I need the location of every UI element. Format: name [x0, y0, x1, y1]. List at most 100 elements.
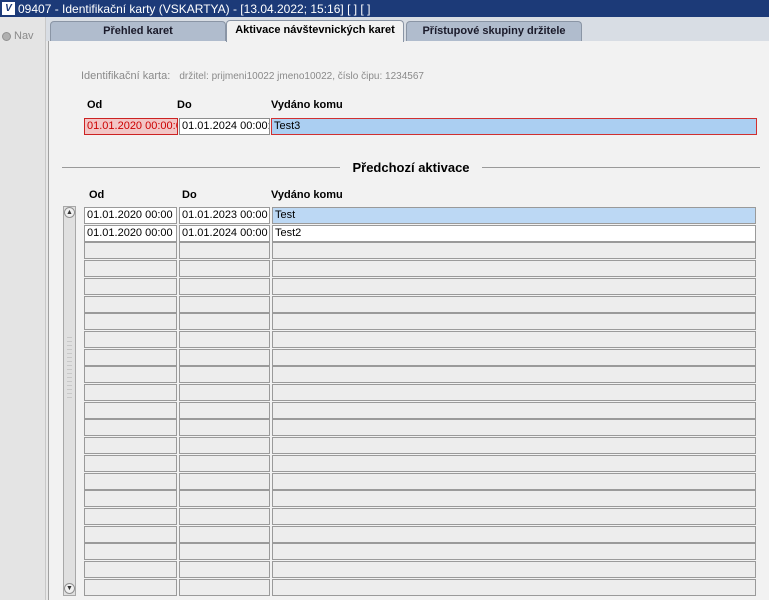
scroll-grip	[67, 365, 72, 366]
table-cell-vydano[interactable]	[272, 508, 756, 525]
table-cell-od[interactable]	[84, 490, 177, 507]
table-cell-od[interactable]	[84, 278, 177, 295]
nav-button[interactable]: Nav	[2, 30, 34, 42]
table-cell-od[interactable]	[84, 437, 177, 454]
scroll-grip	[67, 353, 72, 354]
table-cell-do[interactable]	[179, 313, 270, 330]
table-cell-od[interactable]	[84, 296, 177, 313]
tab-label: Aktivace návštevnických karet	[235, 24, 395, 36]
scroll-grip	[67, 341, 72, 342]
od-input[interactable]: 01.01.2020 00:00:00	[84, 118, 178, 135]
do-input[interactable]: 01.01.2024 00:00:00	[179, 118, 270, 135]
table-cell-od[interactable]	[84, 242, 177, 259]
table-cell-od[interactable]	[84, 473, 177, 490]
table-cell-od[interactable]	[84, 526, 177, 543]
table-cell-vydano[interactable]	[272, 579, 756, 596]
tab-label: Přehled karet	[103, 25, 173, 37]
table-cell-vydano[interactable]: Test	[272, 207, 756, 224]
table-cell-od[interactable]	[84, 543, 177, 560]
table-cell-vydano[interactable]	[272, 455, 756, 472]
card-label: Identifikační karta:	[81, 70, 171, 82]
table-cell-od[interactable]	[84, 561, 177, 578]
table-cell-od[interactable]	[84, 419, 177, 436]
table-cell-vydano[interactable]	[272, 402, 756, 419]
table-cell-do[interactable]: 01.01.2023 00:00	[179, 207, 270, 224]
table-cell-vydano[interactable]	[272, 561, 756, 578]
table-cell-do[interactable]	[179, 349, 270, 366]
scroll-grip	[67, 345, 72, 346]
scroll-grip	[67, 369, 72, 370]
table-cell-vydano[interactable]	[272, 437, 756, 454]
table-cell-do[interactable]	[179, 242, 270, 259]
table-cell-do[interactable]	[179, 419, 270, 436]
previous-od-header: Od	[89, 189, 105, 201]
radio-icon	[2, 31, 11, 41]
table-cell-do[interactable]	[179, 278, 270, 295]
table-cell-do[interactable]	[179, 561, 270, 578]
table-cell-vydano[interactable]	[272, 526, 756, 543]
table-cell-do[interactable]	[179, 384, 270, 401]
scroll-grip	[67, 357, 72, 358]
table-cell-do[interactable]	[179, 473, 270, 490]
table-cell-do[interactable]	[179, 490, 270, 507]
scroll-grip	[67, 349, 72, 350]
window-title: 09407 - Identifikační karty (VSKARTYA) -…	[18, 1, 371, 16]
scroll-grip	[67, 389, 72, 390]
table-cell-do[interactable]	[179, 543, 270, 560]
table-cell-od[interactable]	[84, 579, 177, 596]
table-cell-do[interactable]	[179, 331, 270, 348]
tab-label: Přístupové skupiny držitele	[422, 25, 566, 37]
table-cell-do[interactable]	[179, 402, 270, 419]
table-cell-od[interactable]	[84, 508, 177, 525]
scroll-down-icon[interactable]: ▼	[64, 583, 75, 594]
table-cell-vydano[interactable]	[272, 349, 756, 366]
table-cell-od[interactable]	[84, 260, 177, 277]
table-cell-od[interactable]	[84, 331, 177, 348]
table-cell-do[interactable]	[179, 455, 270, 472]
table-cell-vydano[interactable]	[272, 543, 756, 560]
table-cell-od[interactable]	[84, 349, 177, 366]
table-cell-vydano[interactable]	[272, 260, 756, 277]
table-cell-od[interactable]	[84, 313, 177, 330]
table-cell-do[interactable]	[179, 296, 270, 313]
table-cell-od[interactable]	[84, 366, 177, 383]
table-cell-od[interactable]	[84, 455, 177, 472]
table-cell-vydano[interactable]	[272, 296, 756, 313]
tab-aktivace-navstevnickych-karet[interactable]: Aktivace návštevnických karet	[226, 20, 404, 42]
table-cell-vydano[interactable]	[272, 313, 756, 330]
table-cell-od[interactable]: 01.01.2020 00:00	[84, 207, 177, 224]
scroll-grip	[67, 385, 72, 386]
table-cell-vydano[interactable]	[272, 473, 756, 490]
vydano-header: Vydáno komu	[271, 99, 343, 111]
table-cell-do[interactable]	[179, 508, 270, 525]
table-cell-vydano[interactable]	[272, 384, 756, 401]
tab-prehled-karet[interactable]: Přehled karet	[50, 21, 226, 41]
table-cell-od[interactable]	[84, 402, 177, 419]
table-cell-do[interactable]	[179, 366, 270, 383]
table-cell-do[interactable]: 01.01.2024 00:00	[179, 225, 270, 242]
table-cell-vydano[interactable]: Test2	[272, 225, 756, 242]
previous-activations-divider: Předchozí aktivace	[62, 159, 760, 175]
scroll-up-icon[interactable]: ▲	[64, 207, 75, 218]
table-cell-vydano[interactable]	[272, 242, 756, 259]
table-cell-vydano[interactable]	[272, 278, 756, 295]
table-cell-vydano[interactable]	[272, 331, 756, 348]
scroll-grip	[67, 381, 72, 382]
table-cell-vydano[interactable]	[272, 490, 756, 507]
table-cell-od[interactable]	[84, 384, 177, 401]
table-cell-vydano[interactable]	[272, 419, 756, 436]
table-cell-do[interactable]	[179, 437, 270, 454]
scroll-grip	[67, 377, 72, 378]
tab-pristupove-skupiny[interactable]: Přístupové skupiny držitele	[406, 21, 582, 41]
table-scrollbar[interactable]: ▲ ▼	[63, 206, 76, 596]
table-cell-vydano[interactable]	[272, 366, 756, 383]
table-cell-do[interactable]	[179, 526, 270, 543]
left-navigation-strip: Nav	[0, 17, 46, 600]
table-cell-do[interactable]	[179, 260, 270, 277]
table-cell-do[interactable]	[179, 579, 270, 596]
vydano-input[interactable]: Test3	[271, 118, 757, 135]
do-header: Do	[177, 99, 192, 111]
scroll-grip	[67, 397, 72, 398]
previous-do-header: Do	[182, 189, 197, 201]
table-cell-od[interactable]: 01.01.2020 00:00	[84, 225, 177, 242]
